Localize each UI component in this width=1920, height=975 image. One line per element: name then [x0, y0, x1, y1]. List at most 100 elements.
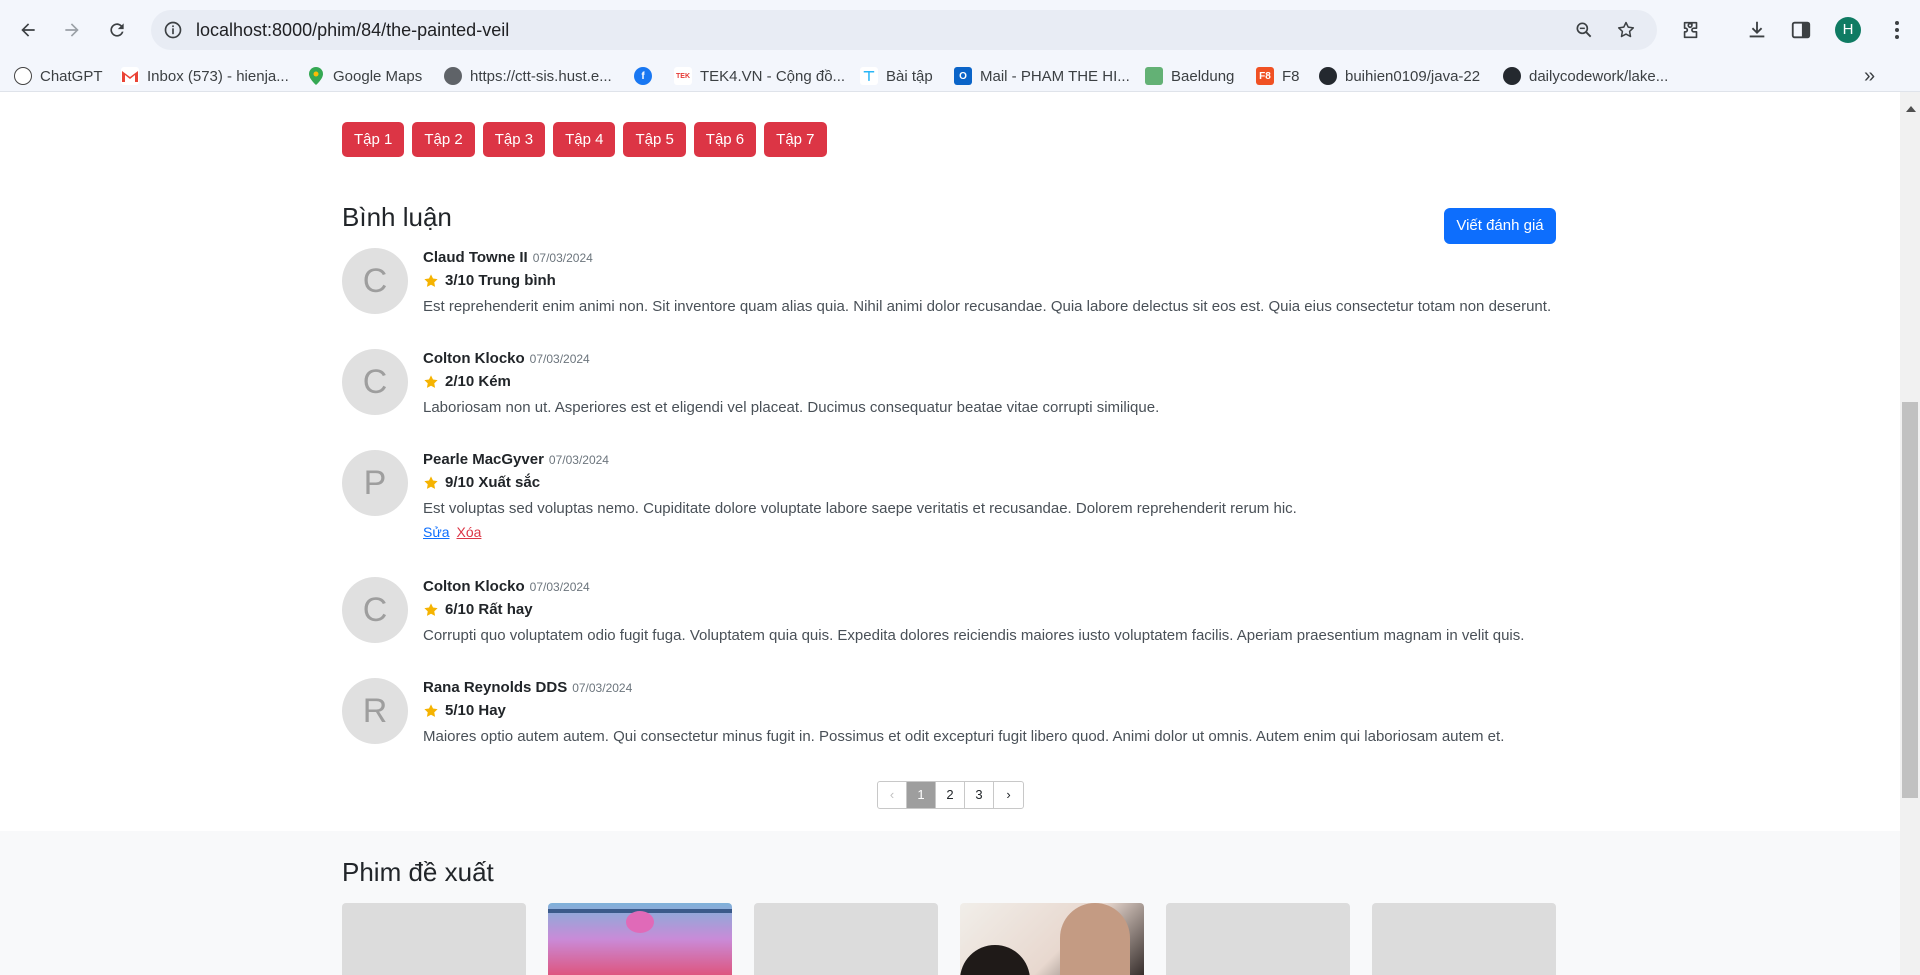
bookmark-label: Bài tập [886, 67, 933, 85]
episode-button[interactable]: Tập 4 [553, 122, 616, 157]
outlook-icon: O [954, 67, 972, 85]
info-icon[interactable] [163, 20, 183, 40]
page-content: Tập 1 Tập 2 Tập 3 Tập 4 Tập 5 Tập 6 Tập … [0, 92, 1900, 975]
pagination-page-3[interactable]: 3 [965, 782, 994, 808]
avatar: C [342, 248, 408, 314]
poster-artwork [960, 945, 1030, 975]
bookmark-label: buihien0109/java-22 [1345, 67, 1481, 85]
episode-button[interactable]: Tập 3 [482, 122, 546, 157]
movie-poster[interactable] [548, 903, 732, 975]
browser-toolbar: localhost:8000/phim/84/the-painted-veil … [0, 0, 1920, 60]
bookmark-label: dailycodework/lake... [1529, 67, 1669, 85]
comments-title: Bình luận [342, 202, 452, 232]
gmail-icon [121, 67, 139, 85]
poster-artwork [626, 911, 654, 933]
pagination-page-2[interactable]: 2 [936, 782, 965, 808]
star-icon [424, 603, 438, 616]
bookmark-label: ChatGPT [40, 67, 103, 85]
forward-button[interactable] [55, 13, 89, 47]
globe-icon [444, 67, 462, 85]
avatar: R [342, 678, 408, 744]
delete-comment-link[interactable]: Xóa [457, 524, 482, 540]
bookmark-star-icon[interactable] [1616, 20, 1636, 40]
episode-button[interactable]: Tập 6 [693, 122, 757, 157]
bookmark-github-lake[interactable]: dailycodework/lake... [1503, 64, 1668, 88]
map-pin-icon [307, 67, 325, 85]
movie-poster[interactable] [754, 903, 938, 975]
bookmark-f8[interactable]: F8 F8 [1256, 64, 1300, 88]
pagination-page-1[interactable]: 1 [907, 782, 936, 808]
bookmark-github-java[interactable]: buihien0109/java-22 [1319, 64, 1480, 88]
tree-icon: ⊤ [860, 67, 878, 85]
pagination: ‹ 1 2 3 › [877, 781, 1024, 809]
comment-author: Rana Reynolds DDS [423, 679, 568, 696]
bookmark-google-maps[interactable]: Google Maps [307, 64, 422, 88]
side-panel-icon [1791, 21, 1811, 39]
comment-text: Laboriosam non ut. Asperiores est et eli… [423, 399, 1160, 416]
suggested-title: Phim đề xuất [342, 857, 494, 887]
bookmark-tek4[interactable]: TEK TEK4.VN - Cộng đồ... [674, 64, 845, 88]
arrow-right-icon [65, 23, 79, 37]
bookmark-baeldung[interactable]: Baeldung [1145, 64, 1234, 88]
comment-date: 07/03/2024 [548, 453, 609, 467]
baeldung-icon [1145, 67, 1163, 85]
more-vert-icon[interactable] [1894, 18, 1900, 42]
comment-author: Colton Klocko [423, 578, 525, 595]
bookmark-ctt-sis[interactable]: https://ctt-sis.hust.e... [444, 64, 612, 88]
profile-avatar[interactable]: H [1835, 17, 1861, 43]
poster-list [342, 903, 1556, 975]
write-review-button[interactable]: Viết đánh giá [1444, 208, 1556, 244]
avatar: C [342, 349, 408, 415]
github-icon [1503, 67, 1521, 85]
bookmark-gmail[interactable]: Inbox (573) - hienja... [121, 64, 289, 88]
movie-poster[interactable] [1372, 903, 1556, 975]
bookmark-label: Baeldung [1171, 67, 1235, 85]
movie-poster[interactable] [960, 903, 1144, 975]
comment-text: Est voluptas sed voluptas nemo. Cupidita… [423, 500, 1297, 517]
movie-poster[interactable] [1166, 903, 1350, 975]
star-icon [424, 274, 438, 287]
downloads-button[interactable] [1744, 17, 1770, 43]
bookmarks-overflow-chevron-icon[interactable]: » [1864, 65, 1875, 88]
comment-rating: 2/10 Kém [445, 373, 511, 390]
comment-text: Corrupti quo voluptatem odio fugit fuga.… [423, 627, 1525, 644]
star-icon [424, 704, 438, 717]
side-panel-button[interactable] [1788, 17, 1814, 43]
comment-date: 07/03/2024 [529, 580, 590, 594]
comment-date: 07/03/2024 [572, 681, 633, 695]
episode-button[interactable]: Tập 5 [623, 122, 686, 157]
bookmark-label: Google Maps [333, 67, 423, 85]
address-bar[interactable]: localhost:8000/phim/84/the-painted-veil [151, 10, 1657, 50]
comment-rating: 9/10 Xuất sắc [445, 474, 541, 491]
scroll-up-arrow-icon[interactable] [1906, 106, 1916, 112]
episode-button[interactable]: Tập 2 [412, 122, 475, 157]
comment-date: 07/03/2024 [532, 251, 593, 265]
movie-poster[interactable] [342, 903, 526, 975]
github-icon [1319, 67, 1337, 85]
bookmark-facebook[interactable]: f [634, 64, 660, 88]
extensions-button[interactable] [1678, 17, 1704, 43]
reload-button[interactable] [100, 13, 134, 47]
back-button[interactable] [11, 13, 45, 47]
bookmark-outlook[interactable]: O Mail - PHAM THE HI... [954, 64, 1130, 88]
bookmark-bai-tap[interactable]: ⊤ Bài tập [860, 64, 933, 88]
scrollbar-thumb[interactable] [1902, 402, 1918, 798]
url-text: localhost:8000/phim/84/the-painted-veil [196, 20, 510, 40]
comment-author: Claud Towne II [423, 249, 528, 266]
download-icon [1749, 21, 1765, 38]
comment-author: Colton Klocko [423, 350, 525, 367]
bookmark-chatgpt[interactable]: ChatGPT [14, 64, 103, 88]
bookmark-label: TEK4.VN - Cộng đồ... [700, 67, 846, 85]
avatar: C [342, 577, 408, 643]
episode-button[interactable]: Tập 7 [764, 122, 827, 157]
episode-button[interactable]: Tập 1 [342, 122, 405, 157]
pagination-prev[interactable]: ‹ [878, 782, 907, 808]
arrow-left-icon [21, 23, 35, 37]
zoom-icon[interactable] [1574, 20, 1594, 40]
pagination-next[interactable]: › [994, 782, 1023, 808]
star-icon [424, 476, 438, 489]
chatgpt-icon [14, 67, 32, 85]
edit-comment-link[interactable]: Sửa [423, 524, 450, 540]
tek4-icon: TEK [674, 67, 692, 85]
f8-icon: F8 [1256, 67, 1274, 85]
